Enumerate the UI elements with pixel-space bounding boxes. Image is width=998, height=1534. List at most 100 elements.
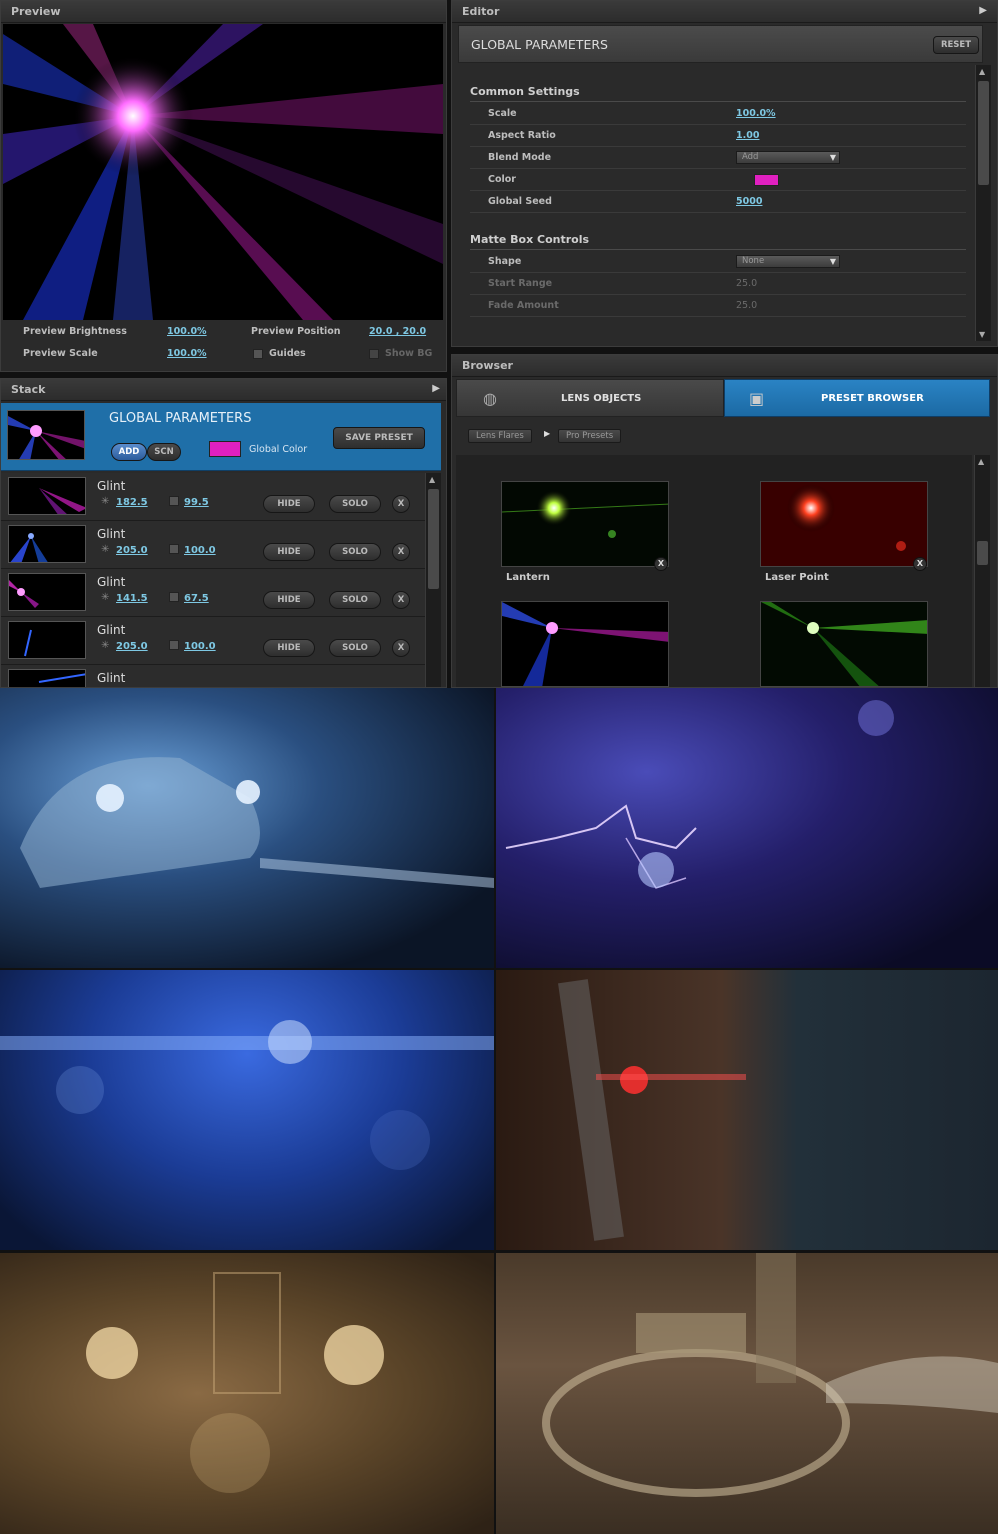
shape-dropdown[interactable]: None ▼: [736, 255, 840, 268]
layer-name: Glint: [97, 671, 126, 685]
scroll-up-icon[interactable]: ▲: [978, 457, 984, 466]
matte-box-title: Matte Box Controls: [470, 233, 590, 246]
remove-preset-button[interactable]: X: [654, 557, 668, 571]
layer-name: Glint: [97, 479, 126, 493]
layer-name: Glint: [97, 623, 126, 637]
hide-button[interactable]: HIDE: [263, 639, 315, 657]
preset-thumbnail[interactable]: [760, 601, 928, 687]
param-label: Fade Amount: [488, 300, 559, 311]
editor-scroll-thumb[interactable]: [978, 81, 989, 185]
layer-brightness[interactable]: 205.0: [116, 641, 148, 652]
scroll-down-icon[interactable]: ▼: [979, 330, 985, 339]
solo-button[interactable]: SOLO: [329, 591, 381, 609]
remove-preset-button[interactable]: X: [913, 557, 927, 571]
lens-flare-render: [3, 24, 443, 320]
preview-brightness-value[interactable]: 100.0%: [167, 326, 207, 337]
preset-thumbnail-laser-point[interactable]: [760, 481, 928, 567]
global-color-swatch[interactable]: [209, 441, 241, 457]
breadcrumb-pro-presets[interactable]: Pro Presets: [558, 429, 622, 443]
editor-header-title: GLOBAL PARAMETERS: [471, 37, 608, 52]
solo-button[interactable]: SOLO: [329, 495, 381, 513]
preview-scale-label: Preview Scale: [23, 348, 98, 359]
layer-brightness[interactable]: 182.5: [116, 497, 148, 508]
stack-scrollbar[interactable]: ▲: [425, 473, 441, 687]
preset-label: Lantern: [506, 572, 550, 583]
hide-button[interactable]: HIDE: [263, 543, 315, 561]
layer-scale[interactable]: 100.0: [184, 545, 216, 556]
stack-row[interactable]: Glint ✳ 205.0 100.0 HIDE SOLO X: [1, 617, 425, 665]
tab-lens-objects[interactable]: ◍ LENS OBJECTS: [456, 379, 724, 417]
stack-row[interactable]: Glint ✳ 141.5 67.5 HIDE SOLO X: [1, 569, 425, 617]
preview-scale-value[interactable]: 100.0%: [167, 348, 207, 359]
layer-scale[interactable]: 67.5: [184, 593, 209, 604]
browser-scrollbar[interactable]: ▲: [974, 455, 990, 687]
show-bg-checkbox[interactable]: [369, 349, 379, 359]
stack-row[interactable]: Glint: [1, 665, 425, 687]
guides-checkbox[interactable]: [253, 349, 263, 359]
param-value[interactable]: 5000: [736, 196, 762, 207]
preview-title: Preview: [1, 1, 446, 23]
tab-preset-browser[interactable]: ▣ PRESET BROWSER: [724, 379, 990, 417]
param-row-global-seed: Global Seed 5000: [470, 191, 966, 213]
stack-panel: Stack ▶ GLOBAL PARAMETERS ADD SCN Global…: [0, 378, 447, 688]
sample-render-car: [0, 688, 494, 968]
preset-thumbnail-lantern[interactable]: [501, 481, 669, 567]
editor-scrollbar[interactable]: ▲ ▼: [975, 65, 991, 341]
layer-scale[interactable]: 100.0: [184, 641, 216, 652]
param-value[interactable]: 100.0%: [736, 108, 776, 119]
param-label: Start Range: [488, 278, 553, 289]
scn-button[interactable]: SCN: [147, 443, 181, 461]
layer-brightness[interactable]: 205.0: [116, 545, 148, 556]
param-value[interactable]: 1.00: [736, 130, 759, 141]
reset-button[interactable]: RESET: [933, 36, 979, 54]
brightness-icon: ✳: [101, 592, 110, 603]
solo-button[interactable]: SOLO: [329, 639, 381, 657]
browser-scroll-thumb[interactable]: [977, 541, 988, 565]
save-preset-button[interactable]: SAVE PRESET: [333, 427, 425, 449]
common-settings-title: Common Settings: [470, 85, 580, 98]
layer-scale[interactable]: 99.5: [184, 497, 209, 508]
brightness-icon: ✳: [101, 640, 110, 651]
delete-button[interactable]: X: [392, 639, 410, 657]
preview-position-value[interactable]: 20.0 , 20.0: [369, 326, 426, 337]
editor-expand-icon[interactable]: ▶: [979, 5, 987, 16]
breadcrumb-lens-flares[interactable]: Lens Flares: [468, 429, 532, 443]
layer-name: Glint: [97, 527, 126, 541]
delete-button[interactable]: X: [392, 543, 410, 561]
stack-scroll-thumb[interactable]: [428, 489, 439, 589]
glint-thumbnail: [8, 621, 86, 659]
preview-row-1: Preview Brightness 100.0% Preview Positi…: [1, 321, 448, 343]
editor-header: GLOBAL PARAMETERS RESET: [458, 25, 983, 63]
delete-button[interactable]: X: [392, 495, 410, 513]
stack-global-title: GLOBAL PARAMETERS: [109, 411, 252, 426]
hide-button[interactable]: HIDE: [263, 591, 315, 609]
preview-row-2: Preview Scale 100.0% Guides Show BG: [1, 343, 448, 365]
chevron-down-icon: ▼: [829, 257, 836, 266]
scroll-up-icon[interactable]: ▲: [979, 67, 985, 76]
editor-title: Editor: [452, 1, 997, 23]
stack-expand-icon[interactable]: ▶: [432, 383, 440, 394]
stack-global-header[interactable]: GLOBAL PARAMETERS ADD SCN Global Color S…: [1, 403, 441, 471]
param-row-color: Color: [470, 169, 966, 191]
scroll-up-icon[interactable]: ▲: [429, 475, 435, 484]
dropdown-value: None: [742, 256, 765, 266]
sample-render-city-aerial: [496, 1253, 998, 1534]
color-swatch[interactable]: [754, 174, 779, 186]
preview-canvas[interactable]: [3, 24, 443, 320]
chevron-right-icon: ▶: [544, 429, 551, 438]
preset-grid: X Lantern X Laser Point: [456, 455, 972, 687]
blend-mode-dropdown[interactable]: Add ▼: [736, 151, 840, 164]
preset-thumbnail[interactable]: [501, 601, 669, 687]
global-color-label: Global Color: [249, 444, 308, 455]
param-row-fade-amount: Fade Amount 25.0: [470, 295, 966, 317]
solo-button[interactable]: SOLO: [329, 543, 381, 561]
add-button[interactable]: ADD: [111, 443, 147, 461]
delete-button[interactable]: X: [392, 591, 410, 609]
preset-browser-icon: ▣: [749, 389, 765, 408]
show-bg-label: Show BG: [385, 348, 433, 359]
stack-row[interactable]: Glint ✳ 182.5 99.5 HIDE SOLO X: [1, 473, 425, 521]
hide-button[interactable]: HIDE: [263, 495, 315, 513]
layer-brightness[interactable]: 141.5: [116, 593, 148, 604]
stack-row[interactable]: Glint ✳ 205.0 100.0 HIDE SOLO X: [1, 521, 425, 569]
glint-thumbnail: [8, 477, 86, 515]
